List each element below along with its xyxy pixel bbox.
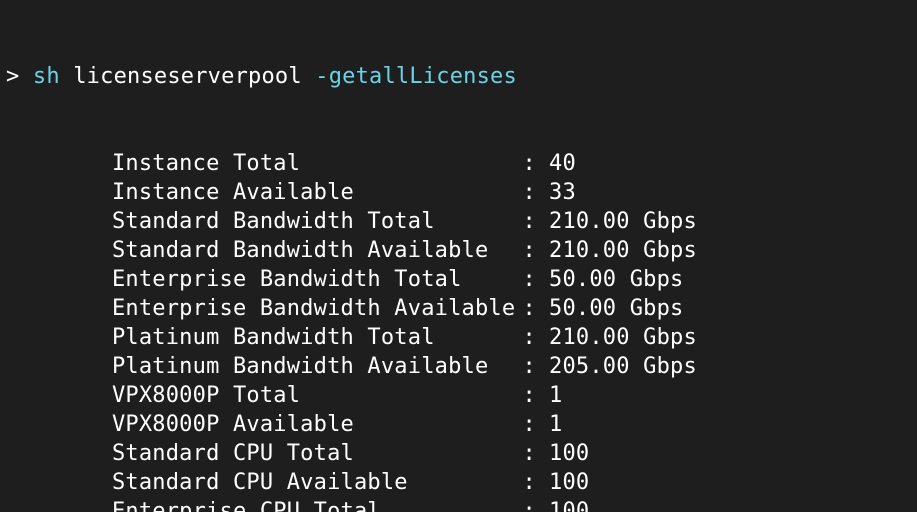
- row-value: 50.00 Gbps: [549, 294, 683, 323]
- row-separator: :: [523, 439, 549, 468]
- output-row: Platinum Bandwidth Total: 210.00 Gbps: [6, 323, 917, 352]
- output-row: Standard CPU Available: 100: [6, 468, 917, 497]
- terminal-output: > sh licenseserverpool -getallLicenses I…: [0, 0, 917, 512]
- row-label: Instance Available: [112, 178, 523, 207]
- row-separator: :: [523, 323, 549, 352]
- command-flag: -getallLicenses: [315, 64, 517, 89]
- row-separator: :: [523, 381, 549, 410]
- output-row: Instance Total: 40: [6, 149, 917, 178]
- row-value: 1: [549, 381, 562, 410]
- output-row: Platinum Bandwidth Available: 205.00 Gbp…: [6, 352, 917, 381]
- row-label: Standard CPU Total: [112, 439, 523, 468]
- output-row: VPX8000P Total: 1: [6, 381, 917, 410]
- row-value: 100: [549, 497, 589, 512]
- row-separator: :: [523, 236, 549, 265]
- output-row: Standard CPU Total: 100: [6, 439, 917, 468]
- output-rows: Instance Total: 40Instance Available: 33…: [6, 149, 917, 512]
- row-label: Platinum Bandwidth Total: [112, 323, 523, 352]
- row-label: Instance Total: [112, 149, 523, 178]
- row-separator: :: [523, 178, 549, 207]
- row-label: Standard CPU Available: [112, 468, 523, 497]
- prompt-symbol: >: [6, 64, 33, 89]
- output-row: Enterprise Bandwidth Total: 50.00 Gbps: [6, 265, 917, 294]
- row-value: 33: [549, 178, 576, 207]
- row-value: 100: [549, 468, 589, 497]
- row-label: Enterprise Bandwidth Available: [112, 294, 523, 323]
- row-value: 100: [549, 439, 589, 468]
- row-value: 40: [549, 149, 576, 178]
- row-label: Standard Bandwidth Total: [112, 207, 523, 236]
- row-value: 210.00 Gbps: [549, 236, 697, 265]
- command-target: licenseserverpool: [73, 64, 302, 89]
- row-value: 50.00 Gbps: [549, 265, 683, 294]
- row-label: VPX8000P Total: [112, 381, 523, 410]
- output-row: Standard Bandwidth Total: 210.00 Gbps: [6, 207, 917, 236]
- row-label: Standard Bandwidth Available: [112, 236, 523, 265]
- row-value: 205.00 Gbps: [549, 352, 697, 381]
- output-row: VPX8000P Available: 1: [6, 410, 917, 439]
- row-label: Enterprise CPU Total: [112, 497, 523, 512]
- output-row: Enterprise CPU Total: 100: [6, 497, 917, 512]
- row-separator: :: [523, 265, 549, 294]
- row-separator: :: [523, 294, 549, 323]
- row-label: Platinum Bandwidth Available: [112, 352, 523, 381]
- row-label: VPX8000P Available: [112, 410, 523, 439]
- command-line: > sh licenseserverpool -getallLicenses: [6, 62, 917, 91]
- row-separator: :: [523, 352, 549, 381]
- row-separator: :: [523, 468, 549, 497]
- row-separator: :: [523, 207, 549, 236]
- row-label: Enterprise Bandwidth Total: [112, 265, 523, 294]
- row-separator: :: [523, 410, 549, 439]
- output-row: Enterprise Bandwidth Available: 50.00 Gb…: [6, 294, 917, 323]
- row-separator: :: [523, 149, 549, 178]
- command-program: sh: [33, 64, 60, 89]
- row-value: 210.00 Gbps: [549, 323, 697, 352]
- row-value: 210.00 Gbps: [549, 207, 697, 236]
- row-separator: :: [523, 497, 549, 512]
- output-row: Standard Bandwidth Available: 210.00 Gbp…: [6, 236, 917, 265]
- output-row: Instance Available: 33: [6, 178, 917, 207]
- row-value: 1: [549, 410, 562, 439]
